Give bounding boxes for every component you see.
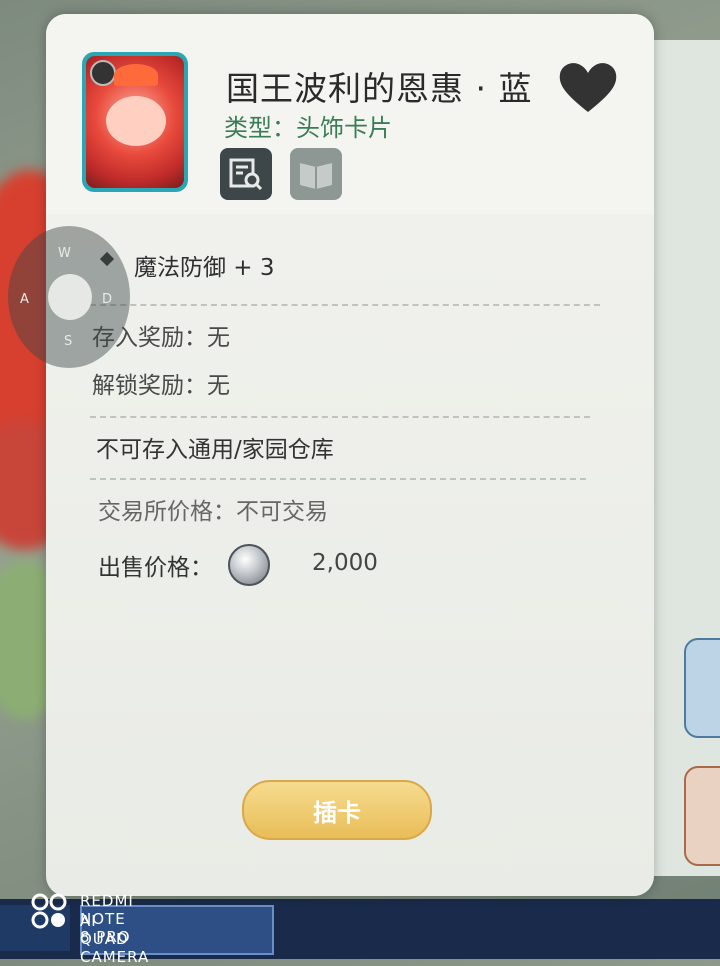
divider xyxy=(90,478,586,480)
joystick-label-s: S xyxy=(64,334,73,349)
inspect-icon xyxy=(229,158,263,191)
joystick-label-a: A xyxy=(20,292,29,307)
sell-price-label: 出售价格： xyxy=(98,555,213,581)
crown-icon xyxy=(114,64,158,86)
warehouse-note: 不可存入通用/家园仓库 xyxy=(96,437,334,463)
exchange-price: 交易所价格：不可交易 xyxy=(98,499,328,525)
card-detail-panel: 国王波利的恩惠 · 蓝 类型：头饰卡片 魔法防御 + 3 存入奖励：无 解锁奖励… xyxy=(46,14,654,896)
insert-card-button[interactable]: 插卡 xyxy=(242,780,432,840)
attribute-magic-defense: 魔法防御 + 3 xyxy=(134,255,275,281)
joystick-label-w: W xyxy=(58,246,71,261)
divider xyxy=(90,304,600,306)
card-title: 国王波利的恩惠 · 蓝 xyxy=(226,69,533,108)
joystick[interactable]: W A D S xyxy=(8,226,130,368)
joystick-label-d: D xyxy=(102,292,113,307)
skull-icon xyxy=(90,60,116,86)
heart-icon[interactable] xyxy=(556,58,620,116)
book-button[interactable] xyxy=(290,148,342,200)
book-icon xyxy=(300,163,332,189)
side-item-button[interactable] xyxy=(684,638,720,738)
divider xyxy=(90,416,590,418)
unlock-reward: 解锁奖励：无 xyxy=(92,373,230,399)
card-type: 类型：头饰卡片 xyxy=(224,114,392,142)
coin-icon xyxy=(228,544,270,586)
card-avatar xyxy=(82,52,188,192)
watermark-camera: AI QUAD CAMERA xyxy=(80,912,150,966)
side-item-button[interactable] xyxy=(684,766,720,866)
sell-price-value: 2,000 xyxy=(312,550,378,576)
inspect-button[interactable] xyxy=(220,148,272,200)
joystick-knob[interactable] xyxy=(48,274,92,320)
camera-logo-icon xyxy=(31,893,67,929)
